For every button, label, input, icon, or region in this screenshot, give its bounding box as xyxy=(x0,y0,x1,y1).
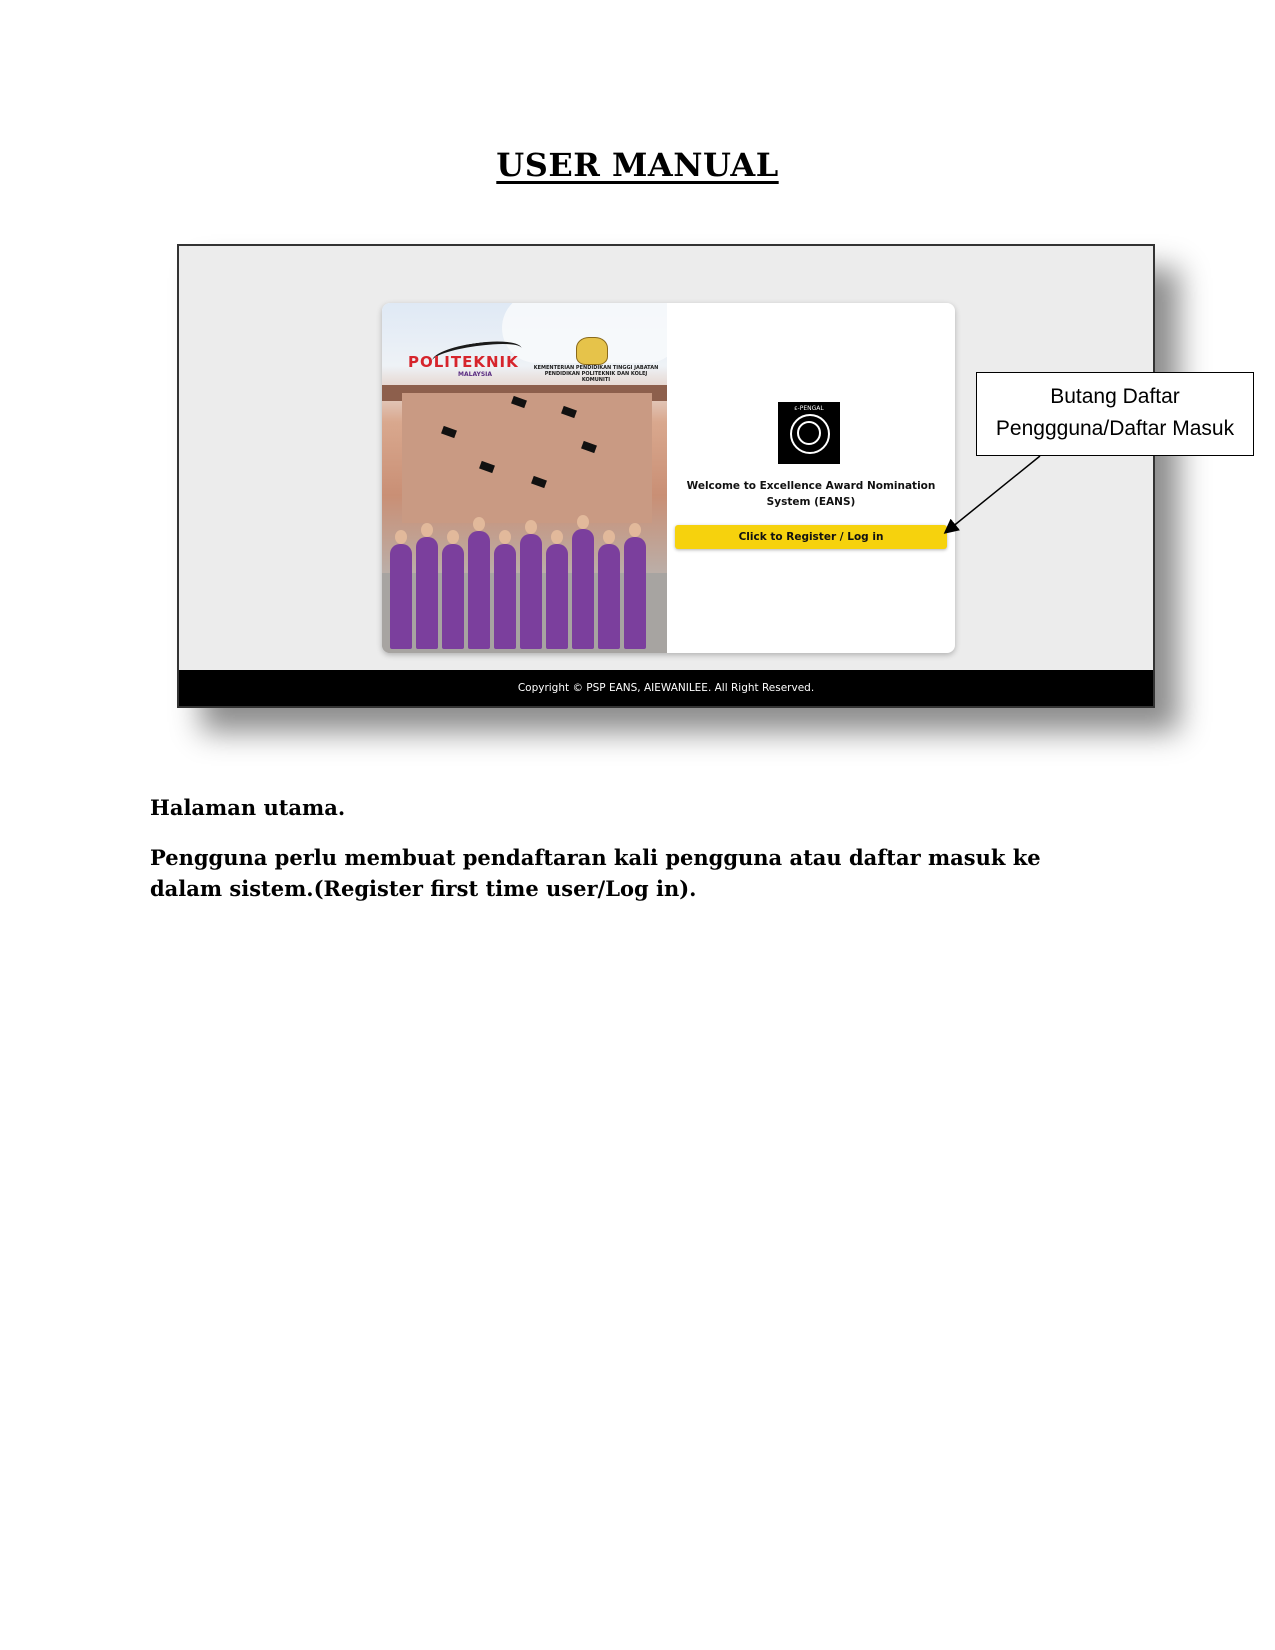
welcome-message: Welcome to Excellence Award Nomination S… xyxy=(686,480,936,508)
callout-line-1: Butang Daftar xyxy=(1050,385,1180,408)
login-page-screenshot: POLITEKNIK MALAYSIA KEMENTERIAN PENDIDIK… xyxy=(177,244,1155,708)
login-panel: ε-PENGAL Welcome to Excellence Award Nom… xyxy=(667,303,955,653)
politeknik-logo: POLITEKNIK xyxy=(408,353,519,371)
paragraph-main-page: Halaman utama. xyxy=(150,795,346,820)
document-title: USER MANUAL xyxy=(496,146,779,184)
eans-logo-icon: ε-PENGAL xyxy=(778,402,840,464)
login-card: POLITEKNIK MALAYSIA KEMENTERIAN PENDIDIK… xyxy=(382,303,955,653)
callout-line-2: Penggguna/Daftar Masuk xyxy=(995,417,1235,440)
copyright-footer: Copyright © PSP EANS, AIEWANILEE. All Ri… xyxy=(179,670,1153,706)
callout-box: Butang Daftar Penggguna/Daftar Masuk xyxy=(976,372,1254,456)
graduation-photo: POLITEKNIK MALAYSIA KEMENTERIAN PENDIDIK… xyxy=(382,303,667,653)
paragraph-instructions: Pengguna perlu membuat pendaftaran kali … xyxy=(150,845,1041,901)
politeknik-logo-subtext: MALAYSIA xyxy=(458,371,493,378)
register-login-button[interactable]: Click to Register / Log in xyxy=(675,525,947,549)
ministry-text: KEMENTERIAN PENDIDIKAN TINGGI JABATAN PE… xyxy=(533,365,659,383)
malaysia-crest-icon xyxy=(576,337,608,365)
